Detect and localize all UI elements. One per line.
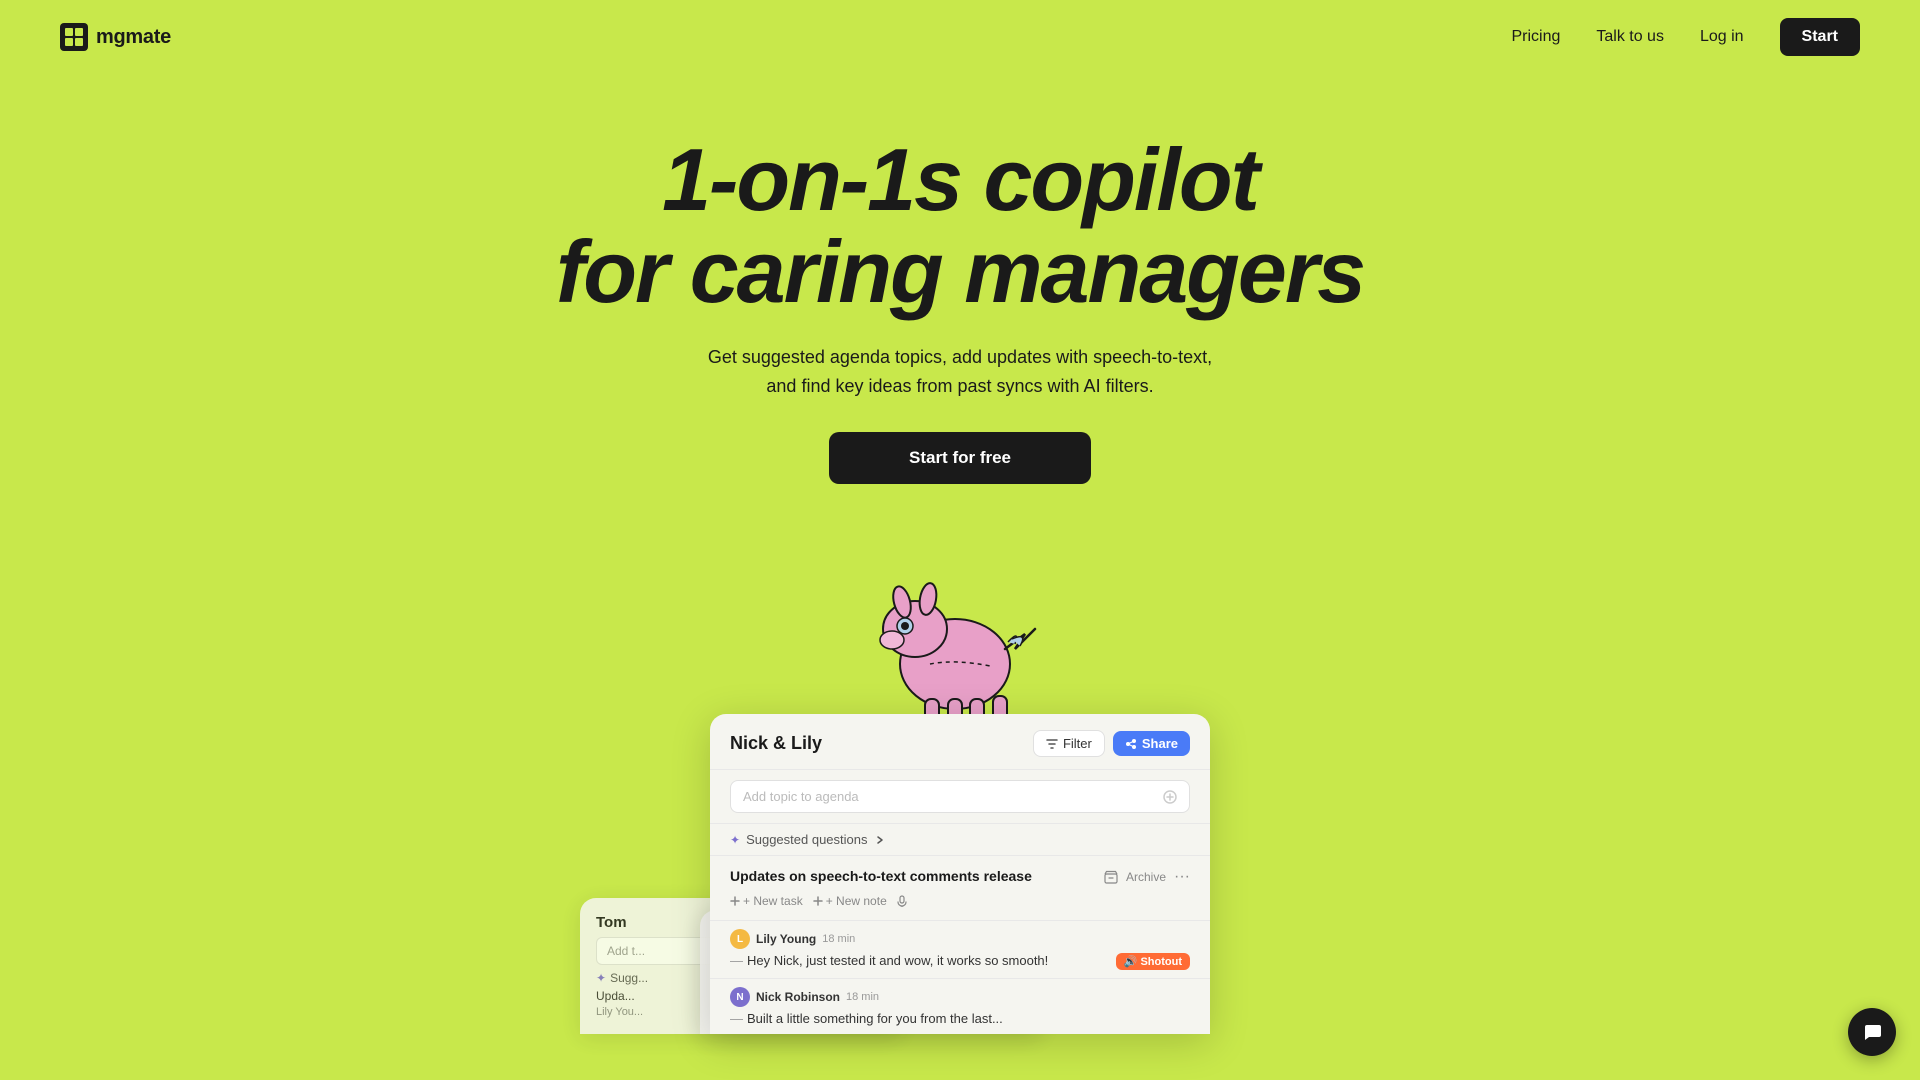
mic-action[interactable] <box>897 894 907 908</box>
card-header-actions: Filter Share <box>1033 730 1190 757</box>
mascot-area <box>0 534 1920 734</box>
hero-cta: Start for free <box>20 432 1900 484</box>
chevron-right-icon <box>874 834 886 846</box>
plus-icon <box>730 896 740 906</box>
card-main-title: Nick & Lily <box>730 733 822 754</box>
input-placeholder: Add topic to agenda <box>743 789 859 804</box>
card-input-area: Add topic to agenda <box>710 770 1210 824</box>
nav-link-pricing[interactable]: Pricing <box>1511 28 1560 46</box>
input-icon <box>1163 790 1177 804</box>
filter-button[interactable]: Filter <box>1033 730 1105 757</box>
suggested-questions-row[interactable]: ✦ Suggested questions <box>710 824 1210 856</box>
card-main: Nick & Lily Filter Share <box>710 714 1210 1034</box>
comment-lily-text: — Hey Nick, just tested it and wow, it w… <box>730 953 1190 970</box>
logo-text: mgmate <box>96 26 171 49</box>
archive-label: Archive <box>1126 870 1166 884</box>
app-preview-section: Tom Add t... ✦ Sugg... Upda... Lily You.… <box>0 714 1920 1034</box>
new-note-action[interactable]: + New note <box>813 894 887 908</box>
logo-icon <box>60 23 88 51</box>
comment-lily: L Lily Young 18 min — Hey Nick, just tes… <box>710 921 1210 979</box>
hero-title: 1-on-1s copilot for caring managers <box>20 134 1900 319</box>
topic-sub-actions: + New task + New note <box>730 894 1190 908</box>
comment-nick-text: — Built a little something for you from … <box>730 1011 1190 1026</box>
filter-icon <box>1046 738 1058 750</box>
hero-section: 1-on-1s copilot for caring managers Get … <box>0 74 1920 514</box>
comment-nick-user: N Nick Robinson 18 min <box>730 987 1190 1007</box>
hero-subtitle: Get suggested agenda topics, add updates… <box>20 343 1900 401</box>
start-button[interactable]: Start <box>1780 18 1860 56</box>
comment-lily-user: L Lily Young 18 min <box>730 929 1190 949</box>
archive-icon <box>1104 870 1118 884</box>
card-main-header: Nick & Lily Filter Share <box>710 714 1210 770</box>
mic-icon <box>897 895 907 907</box>
nick-user-avatar: N <box>730 987 750 1007</box>
nav-links: Pricing Talk to us Log in Start <box>1511 18 1860 56</box>
nav-link-talk[interactable]: Talk to us <box>1596 28 1664 46</box>
start-free-button[interactable]: Start for free <box>829 432 1091 484</box>
logo-link[interactable]: mgmate <box>60 23 171 51</box>
agenda-input[interactable]: Add topic to agenda <box>730 780 1190 813</box>
mascot-donkey <box>850 534 1070 734</box>
topic-header: Updates on speech-to-text comments relea… <box>730 868 1190 886</box>
sparkle-icon: ✦ <box>730 833 740 847</box>
login-button[interactable]: Log in <box>1700 28 1744 46</box>
lily-user-avatar: L <box>730 929 750 949</box>
topic-title: Updates on speech-to-text comments relea… <box>730 868 1032 884</box>
comment-nick: N Nick Robinson 18 min — Built a little … <box>710 979 1210 1034</box>
new-task-action[interactable]: + New task <box>730 894 803 908</box>
topic-actions: Archive ··· <box>1104 868 1190 886</box>
shotout-badge: 🔊 Shotout <box>1116 953 1190 970</box>
navbar: mgmate Pricing Talk to us Log in Start <box>0 0 1920 74</box>
share-icon <box>1125 738 1137 750</box>
share-button[interactable]: Share <box>1113 731 1190 756</box>
chat-icon <box>1861 1021 1883 1043</box>
topic-block: Updates on speech-to-text comments relea… <box>710 856 1210 921</box>
more-icon: ··· <box>1174 868 1190 886</box>
note-plus-icon <box>813 896 823 906</box>
chat-bubble-button[interactable] <box>1848 1008 1896 1056</box>
